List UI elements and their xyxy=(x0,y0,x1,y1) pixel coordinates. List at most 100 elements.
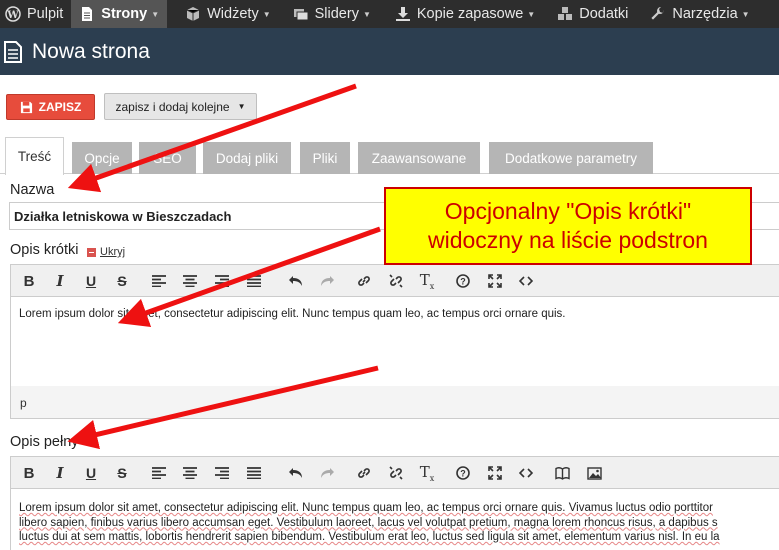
align-center-icon[interactable] xyxy=(181,464,199,482)
short-description-editor[interactable]: Lorem ipsum dolor sit amet, consectetur … xyxy=(10,296,779,387)
nav-pulpit[interactable]: W Pulpit xyxy=(0,0,71,28)
wrench-icon xyxy=(651,7,665,20)
link-icon[interactable] xyxy=(355,272,373,290)
link-icon[interactable] xyxy=(355,464,373,482)
clear-format-icon[interactable]: Tx xyxy=(418,271,436,291)
nav-dodatki[interactable]: Dodatki xyxy=(543,0,636,28)
full-description-editor[interactable]: Lorem ipsum dolor sit amet, consectetur … xyxy=(10,488,779,550)
svg-text:W: W xyxy=(6,10,19,21)
page-title: Nowa strona xyxy=(32,39,150,63)
chevron-down-icon: ▼ xyxy=(237,102,246,111)
align-left-icon[interactable] xyxy=(150,464,168,482)
underline-icon[interactable]: U xyxy=(82,272,100,290)
document-icon xyxy=(4,40,22,63)
underline-icon[interactable]: U xyxy=(82,464,100,482)
unlink-icon[interactable] xyxy=(387,272,405,290)
unlink-icon[interactable] xyxy=(387,464,405,482)
chevron-down-icon: ▼ xyxy=(262,9,271,19)
full-description-label: Opis pełny xyxy=(10,434,79,450)
chevron-down-icon: ▼ xyxy=(362,9,371,19)
fullscreen-icon[interactable] xyxy=(486,464,504,482)
italic-icon[interactable]: I xyxy=(51,464,69,482)
nav-narzedzia[interactable]: Narzędzia ▼ xyxy=(636,0,757,28)
callout-line-2: widoczny na liście podstron xyxy=(428,227,708,253)
nav-widzety-label: Widżety xyxy=(207,6,259,22)
annotation-callout: Opcjonalny "Opis krótki" widoczny na liś… xyxy=(384,187,752,265)
tab-opcje[interactable]: Opcje xyxy=(72,142,132,174)
strikethrough-icon[interactable]: S xyxy=(113,272,131,290)
document-icon xyxy=(82,7,93,21)
element-path: p xyxy=(20,396,27,410)
clear-format-icon[interactable]: Tx xyxy=(418,463,436,483)
chevron-down-icon: ▼ xyxy=(151,9,160,19)
tab-zaawansowane[interactable]: Zaawansowane xyxy=(358,142,480,174)
align-right-icon[interactable] xyxy=(213,464,231,482)
chevron-down-icon: ▼ xyxy=(527,9,536,19)
save-button-label: ZAPISZ xyxy=(38,100,82,114)
nav-narzedzia-label: Narzędzia xyxy=(672,6,738,22)
full-description-line: Lorem ipsum dolor sit amet, consectetur … xyxy=(19,502,713,514)
tab-pliki[interactable]: Pliki xyxy=(300,142,350,174)
short-description-text: Lorem ipsum dolor sit amet, consectetur … xyxy=(19,308,566,320)
help-icon[interactable]: ? xyxy=(454,272,472,290)
nav-strony-label: Strony xyxy=(101,6,148,22)
nav-dodatki-label: Dodatki xyxy=(579,6,629,22)
floppy-disk-icon xyxy=(20,101,32,113)
minus-icon xyxy=(87,247,96,257)
tab-bar: Treść Opcje SEO Dodaj pliki Pliki Zaawan… xyxy=(0,137,779,175)
hide-short-description-link[interactable]: Ukryj xyxy=(87,246,125,258)
align-left-icon[interactable] xyxy=(150,272,168,290)
nav-slidery-label: Slidery xyxy=(314,6,359,22)
nav-slidery[interactable]: Slidery ▼ xyxy=(279,0,379,28)
short-description-statusbar: p xyxy=(10,386,779,419)
redo-icon[interactable] xyxy=(318,272,336,290)
chevron-down-icon: ▼ xyxy=(741,9,750,19)
align-justify-icon[interactable] xyxy=(245,272,263,290)
source-code-icon[interactable] xyxy=(517,272,535,290)
tab-tresc[interactable]: Treść xyxy=(5,137,64,175)
image-icon[interactable] xyxy=(585,464,603,482)
align-center-icon[interactable] xyxy=(181,272,199,290)
slides-icon xyxy=(293,9,309,21)
align-right-icon[interactable] xyxy=(213,272,231,290)
italic-icon[interactable]: I xyxy=(51,272,69,290)
save-and-add-next-label: zapisz i dodaj kolejne xyxy=(115,99,230,114)
nav-strony[interactable]: Strony ▼ xyxy=(71,0,168,28)
nav-widzety[interactable]: Widżety ▼ xyxy=(167,0,279,28)
tab-seo[interactable]: SEO xyxy=(139,142,196,174)
full-description-line: libero sapien, finibus varius libero acc… xyxy=(19,516,718,529)
undo-icon[interactable] xyxy=(287,272,305,290)
tab-dodatkowe-parametry[interactable]: Dodatkowe parametry xyxy=(489,142,653,174)
fullscreen-icon[interactable] xyxy=(486,272,504,290)
cube-icon xyxy=(186,7,200,21)
cubes-icon xyxy=(558,7,573,20)
download-icon xyxy=(395,7,410,21)
bold-icon[interactable]: B xyxy=(20,464,38,482)
redo-icon[interactable] xyxy=(318,464,336,482)
tab-dodaj-pliki[interactable]: Dodaj pliki xyxy=(203,142,291,174)
full-description-line: luctus dui at sem mattis, lobortis hendr… xyxy=(19,531,720,543)
save-button[interactable]: ZAPISZ xyxy=(6,94,95,120)
name-label: Nazwa xyxy=(10,182,55,198)
undo-icon[interactable] xyxy=(287,464,305,482)
book-icon[interactable] xyxy=(553,464,571,482)
save-and-add-next-button[interactable]: zapisz i dodaj kolejne ▼ xyxy=(104,93,257,120)
page-header: Nowa strona xyxy=(0,28,779,75)
align-justify-icon[interactable] xyxy=(245,464,263,482)
top-navbar: W Pulpit Strony ▼ Widżety ▼ Slidery ▼ Ko… xyxy=(0,0,779,28)
nav-pulpit-label: Pulpit xyxy=(27,6,64,22)
bold-icon[interactable]: B xyxy=(20,272,38,290)
source-code-icon[interactable] xyxy=(517,464,535,482)
help-icon[interactable]: ? xyxy=(454,464,472,482)
nav-kopie-zapasowe[interactable]: Kopie zapasowe ▼ xyxy=(379,0,543,28)
svg-text:?: ? xyxy=(460,469,466,479)
full-description-toolbar: B I U S Tx ? xyxy=(10,456,779,488)
short-description-label: Opis krótki xyxy=(10,242,79,258)
hide-link-label: Ukryj xyxy=(100,246,126,258)
callout-line-1: Opcjonalny "Opis krótki" xyxy=(444,198,692,224)
svg-text:?: ? xyxy=(460,277,466,287)
short-description-toolbar: B I U S Tx ? xyxy=(10,264,779,296)
nav-kopie-label: Kopie zapasowe xyxy=(416,6,524,22)
strikethrough-icon[interactable]: S xyxy=(113,464,131,482)
wordpress-icon: W xyxy=(5,6,21,22)
